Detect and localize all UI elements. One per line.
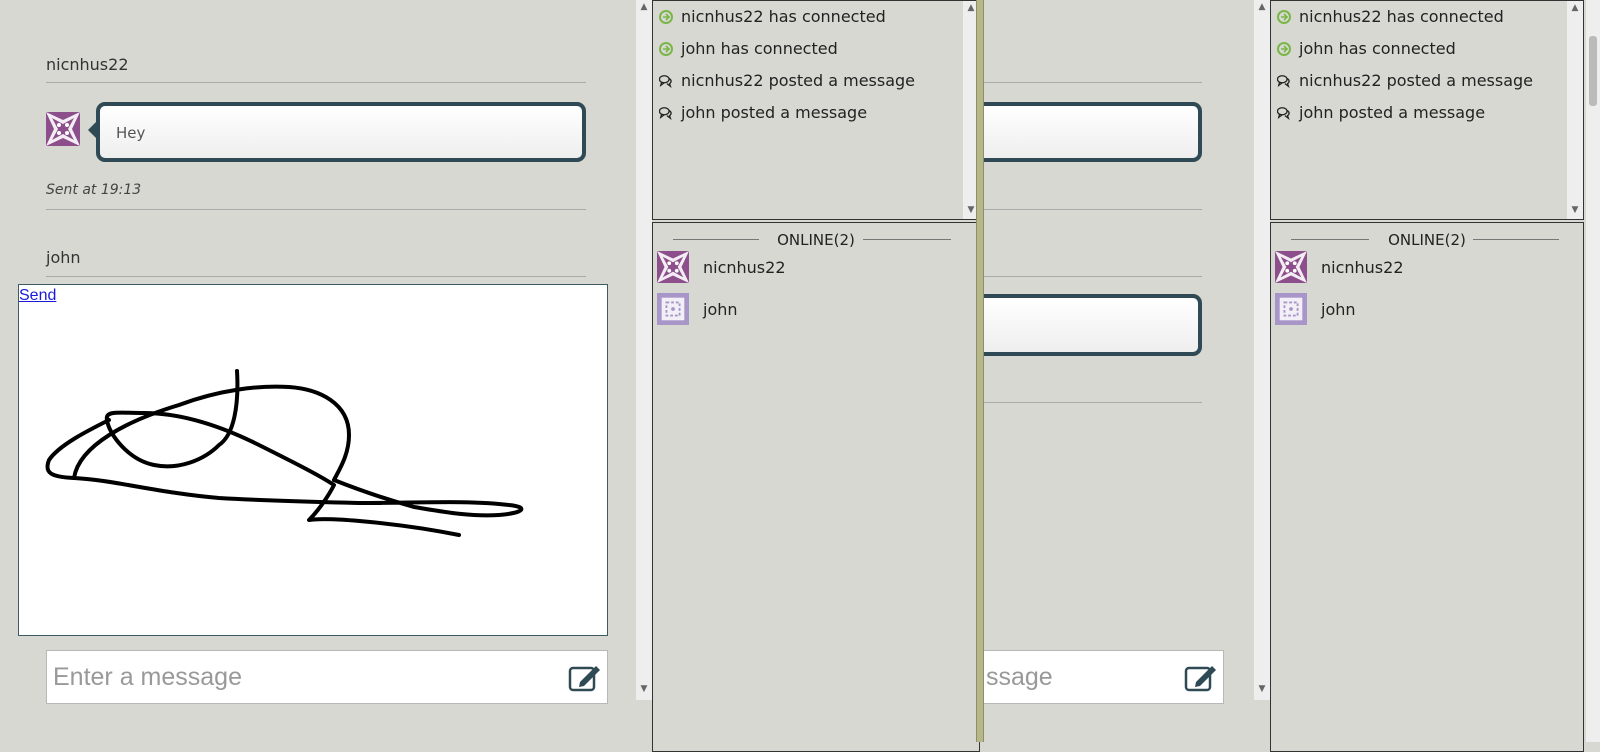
scroll-down-icon[interactable]: ▼ [1569,205,1581,215]
window-splitter[interactable] [976,0,984,742]
scrollbar[interactable]: ▲ ▼ [636,0,652,700]
message-bubble: Hey [96,102,586,162]
page-scrollbar[interactable] [1586,0,1600,742]
message-text: Hey [116,124,146,142]
activity-text: nicnhus22 has connected [681,7,886,26]
online-title: ONLINE(2) [777,231,855,249]
scrollbar[interactable]: ▲ ▼ [1254,0,1270,700]
activity-text: john has connected [1299,39,1456,58]
online-username: nicnhus22 [703,258,786,277]
message-divider [46,276,586,277]
message-icon [1277,107,1290,120]
activity-item: nicnhus22 has connected [1277,7,1504,31]
avatar-nicnhus22-icon [1275,251,1307,283]
message-bubble [984,102,1202,162]
freehand-drawing [45,369,524,537]
connected-icon [1277,42,1291,56]
message-input-placeholder: Enter a message [53,663,242,691]
activity-text: john posted a message [1299,103,1486,122]
scroll-up-icon[interactable]: ▲ [1569,3,1581,13]
middle-chat-window: ssage [984,0,1254,742]
activity-panel: nicnhus22 has connected john has connect… [1270,0,1584,220]
message-bubble [984,294,1202,356]
activity-item: nicnhus22 posted a message [659,71,915,95]
drawing-canvas[interactable]: Send [18,284,608,636]
page-scrollbar-thumb[interactable] [1589,36,1597,106]
activity-text: nicnhus22 has connected [1299,7,1504,26]
online-username: nicnhus22 [1321,258,1404,277]
avatar-john-icon [657,293,689,325]
message-divider [984,209,1202,210]
message-input[interactable]: Enter a message [46,650,608,704]
scroll-down-icon[interactable]: ▼ [1256,684,1268,694]
activity-item: nicnhus22 posted a message [1277,71,1533,95]
activity-item: john posted a message [1277,103,1485,127]
online-title: ONLINE(2) [1388,231,1466,249]
message-divider [46,82,586,83]
sent-timestamp: Sent at 19:13 [46,182,142,198]
scroll-down-icon[interactable]: ▼ [638,684,650,694]
activity-item: nicnhus22 has connected [659,7,886,31]
message-username: nicnhus22 [46,55,129,74]
online-username: john [703,300,738,319]
activity-scrollbar[interactable]: ▲ ▼ [1567,1,1583,219]
activity-item: john has connected [659,39,838,63]
message-icon [659,75,672,88]
activity-text: john posted a message [681,103,868,122]
online-panel: ONLINE(2) nicnhus22 john [1270,222,1584,752]
message-divider [984,82,1202,83]
activity-text: nicnhus22 posted a message [681,71,916,90]
online-title-rule [863,239,951,240]
compose-icon[interactable] [1184,662,1218,692]
message-input-placeholder: ssage [986,663,1053,691]
message-icon [1277,75,1290,88]
activity-item: john has connected [1277,39,1456,63]
message-icon [659,107,672,120]
connected-icon [1277,10,1291,24]
left-chat-window: nicnhus22 Hey Sent at 19:13 john Send En… [0,0,650,742]
online-username: john [1321,300,1356,319]
message-username: john [46,248,81,267]
connected-icon [659,10,673,24]
activity-panel: nicnhus22 has connected john has connect… [652,0,980,220]
avatar-nicnhus22-icon [657,251,689,283]
message-divider [984,402,1202,403]
message-divider [46,209,586,210]
online-panel: ONLINE(2) nicnhus22 john [652,222,980,752]
scroll-up-icon[interactable]: ▲ [638,2,650,12]
avatar-nicnhus22-icon [46,112,80,146]
connected-icon [659,42,673,56]
activity-text: john has connected [681,39,838,58]
scroll-up-icon[interactable]: ▲ [1256,2,1268,12]
message-divider [984,276,1202,277]
compose-icon[interactable] [568,662,602,692]
online-title-rule [1473,239,1559,240]
activity-text: nicnhus22 posted a message [1299,71,1534,90]
activity-item: john posted a message [659,103,867,127]
avatar-john-icon [1275,293,1307,325]
